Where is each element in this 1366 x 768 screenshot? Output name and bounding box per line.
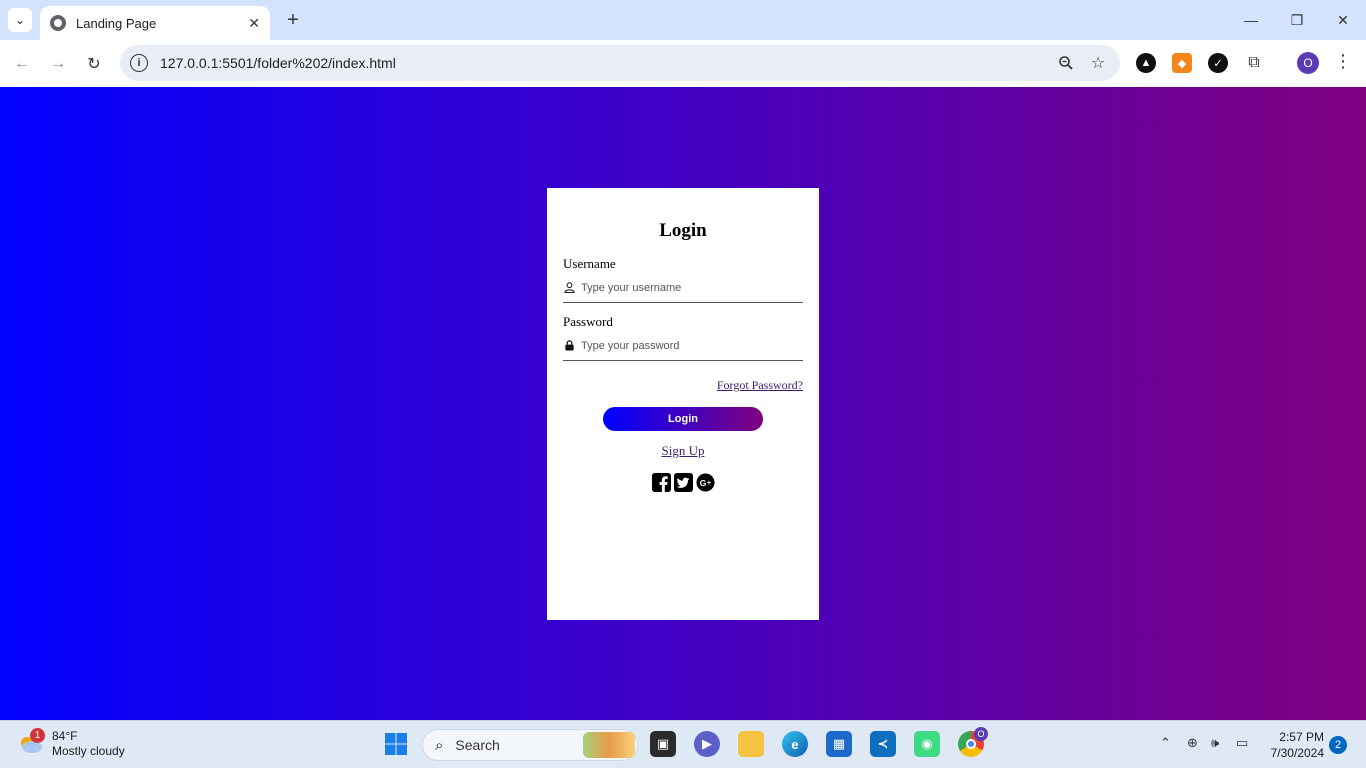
social-links: G + [547,473,819,492]
file-explorer-icon[interactable] [738,731,764,757]
close-window-button[interactable]: ✕ [1320,8,1366,32]
tab-strip: ⌄ Landing Page ✕ + — ❐ ✕ [0,0,1366,40]
chrome-profile-badge: O [974,727,988,741]
battery-icon[interactable]: ▭ [1236,735,1248,751]
search-label: Search [455,737,500,753]
weather-widget[interactable]: 1 84°F Mostly cloudy [18,728,125,759]
login-heading: Login [659,220,707,241]
tab-close-icon[interactable]: ✕ [248,15,260,32]
globe-icon [50,15,66,31]
extension-check-icon[interactable]: ✓ [1208,53,1228,73]
weather-desc: Mostly cloudy [52,744,125,758]
date-text: 7/30/2024 [1270,746,1324,760]
metamask-icon[interactable]: ◆ [1172,53,1192,73]
edge-icon[interactable]: e [782,731,808,757]
extension-icon-a[interactable]: ▲ [1136,53,1156,73]
svg-text:+: + [706,478,711,487]
weather-badge: 1 [30,728,45,743]
twitter-icon[interactable] [673,473,693,492]
task-view-icon[interactable]: ▣ [650,731,676,757]
back-button[interactable]: ← [10,52,34,76]
start-button[interactable] [383,731,409,757]
forward-button[interactable]: → [46,52,70,76]
tab-title: Landing Page [76,15,157,31]
site-info-icon[interactable]: i [130,54,148,72]
menu-kebab-icon[interactable]: ⋮ [1334,51,1352,72]
search-highlight-image [583,732,635,758]
username-label: Username [563,256,616,271]
page-viewport: Login Username Password Forgot Password?… [0,87,1366,720]
username-field[interactable] [563,273,803,303]
google-plus-icon[interactable]: G + [695,473,715,492]
user-icon [563,282,575,294]
reload-button[interactable]: ↻ [82,52,106,76]
chat-icon[interactable]: ▶ [694,731,720,757]
extensions-puzzle-icon[interactable]: ⧉ [1244,53,1264,73]
weather-text: 84°F Mostly cloudy [52,729,125,759]
browser-chrome: ⌄ Landing Page ✕ + — ❐ ✕ ← → ↻ i 127.0.0… [0,0,1366,87]
password-label: Password [563,314,613,329]
time-text: 2:57 PM [1279,730,1324,744]
taskbar: 1 84°F Mostly cloudy ⌕ Search ▣ ▶ e ▦ ≺ … [0,720,1366,768]
password-input[interactable] [581,339,781,352]
tab-landing-page[interactable]: Landing Page ✕ [40,6,270,40]
cloud-icon: 1 [18,728,45,754]
chevron-up-icon[interactable]: ⌃ [1160,735,1171,751]
password-field[interactable] [563,331,803,361]
forgot-password-link[interactable]: Forgot Password? [717,378,803,393]
clock[interactable]: 2:57 PM 7/30/2024 [1266,729,1324,761]
profile-avatar[interactable]: O [1297,52,1319,74]
browser-toolbar: ← → ↻ i 127.0.0.1:5501/folder%202/index.… [0,40,1366,87]
username-input[interactable] [581,281,781,294]
android-studio-icon[interactable]: ◉ [914,731,940,757]
bookmark-star-icon[interactable]: ☆ [1088,53,1108,73]
notification-badge[interactable]: 2 [1329,736,1347,754]
new-tab-button[interactable]: + [282,8,304,32]
search-icon: ⌕ [435,736,444,754]
weather-temp: 84°F [52,729,78,743]
store-icon[interactable]: ▦ [826,731,852,757]
tab-search-button[interactable]: ⌄ [8,8,32,32]
address-bar[interactable]: i 127.0.0.1:5501/folder%202/index.html ☆ [120,45,1120,81]
login-button[interactable]: Login [603,407,763,431]
restore-button[interactable]: ❐ [1274,8,1320,32]
url-text[interactable]: 127.0.0.1:5501/folder%202/index.html [160,55,1056,71]
volume-icon[interactable]: 🕪 [1211,735,1219,751]
taskbar-search[interactable]: ⌕ Search [422,729,638,761]
facebook-icon[interactable] [651,473,671,492]
vscode-icon[interactable]: ≺ [870,731,896,757]
lock-icon [563,340,575,352]
signup-link[interactable]: Sign Up [547,443,819,459]
network-icon[interactable]: ⊕ [1187,735,1198,751]
svg-text:G: G [699,478,706,488]
zoom-icon[interactable] [1056,53,1076,73]
login-card: Login Username Password Forgot Password?… [547,188,819,620]
minimize-button[interactable]: — [1228,8,1274,32]
